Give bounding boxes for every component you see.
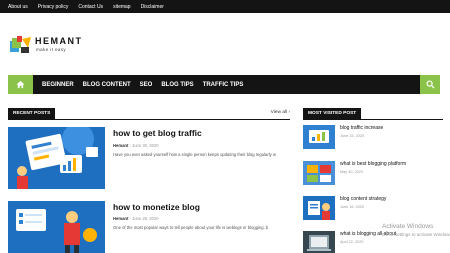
nav-item-blog-content[interactable]: BLOG CONTENT (83, 82, 131, 88)
topbar-link-contact[interactable]: Contact Us (78, 4, 103, 10)
sidebar-post-title[interactable]: blog traffic increase (340, 125, 383, 131)
topbar-link-disclaimer[interactable]: Disclaimer (141, 4, 164, 10)
traffic-illustration-icon (303, 125, 335, 149)
post-excerpt: One of the most popular ways to tell peo… (113, 225, 269, 230)
sidebar-post-date: May 30, 2020 (340, 170, 364, 174)
post-meta: Hemant - June 29, 2020 (113, 216, 159, 221)
sidebar-post-thumbnail[interactable] (303, 125, 335, 149)
sidebar-post-thumbnail[interactable] (303, 161, 335, 185)
post-thumbnail[interactable] (8, 127, 105, 189)
top-bar: About us Privacy policy Contact Us sitem… (0, 0, 450, 13)
view-all-label: View all (270, 110, 288, 115)
nav-item-beginner[interactable]: BEGINNER (42, 82, 74, 88)
topbar-link-sitemap[interactable]: sitemap (113, 4, 131, 10)
post-author[interactable]: Hemant (113, 216, 128, 221)
monetize-illustration-icon (8, 201, 105, 253)
sidebar-post-date: June 16, 2020 (340, 205, 365, 209)
topbar-link-about[interactable]: About us (8, 4, 28, 10)
nav-item-blog-tips[interactable]: BLOG TIPS (161, 82, 193, 88)
nav-item-traffic-tips[interactable]: TRAFFIC TIPS (203, 82, 244, 88)
watermark-subtitle: Go to Settings to activate Windows. (382, 232, 450, 237)
nav-search-button[interactable] (420, 75, 440, 94)
search-icon (425, 80, 435, 89)
sidebar-post[interactable]: blog content strategy June 16, 2020 (303, 196, 443, 222)
watermark-title: Activate Windows (382, 223, 434, 230)
topbar-link-privacy[interactable]: Privacy policy (38, 4, 69, 10)
home-icon (16, 80, 25, 89)
post-excerpt: Have you ever asked yourself how a singl… (113, 152, 276, 157)
sidebar-post-title[interactable]: what is best blogging platform (340, 161, 406, 167)
sidebar-post-title[interactable]: blog content strategy (340, 196, 386, 202)
nav-home-button[interactable] (8, 75, 33, 94)
platform-illustration-icon (303, 161, 335, 185)
most-visited-header: MOST VISITED POST (303, 108, 443, 120)
sidebar-post[interactable]: blog traffic increase June 15, 2020 (303, 125, 443, 151)
post-date: June 29, 2020 (132, 216, 159, 221)
analytics-illustration-icon (8, 127, 105, 189)
site-tagline: make it easy (36, 47, 67, 52)
chevron-right-icon: › (288, 110, 290, 115)
main-nav: BEGINNER BLOG CONTENT SEO BLOG TIPS TRAF… (8, 75, 440, 94)
blogging-illustration-icon (303, 231, 335, 253)
strategy-illustration-icon (303, 196, 335, 220)
recent-posts-header: RECENT POSTS View all › (8, 108, 290, 120)
most-visited-label: MOST VISITED POST (303, 108, 362, 119)
post-thumbnail[interactable] (8, 201, 105, 253)
recent-posts-label: RECENT POSTS (8, 108, 56, 119)
view-all-link[interactable]: View all › (271, 110, 290, 115)
sidebar-post-thumbnail[interactable] (303, 196, 335, 220)
post-meta: Hemant - June 30, 2020 (113, 143, 159, 148)
sidebar-post-date: June 15, 2020 (340, 134, 365, 138)
logo-icon[interactable] (10, 36, 32, 54)
activate-windows-watermark: Activate Windows Go to Settings to activ… (382, 223, 450, 239)
post-title[interactable]: how to get blog traffic (113, 128, 202, 138)
sidebar-post-thumbnail[interactable] (303, 231, 335, 253)
site-title[interactable]: HEMANT (35, 36, 83, 46)
post-title[interactable]: how to monetize blog (113, 202, 200, 212)
site-header: HEMANT make it easy (0, 13, 450, 75)
post-author[interactable]: Hemant (113, 143, 128, 148)
nav-item-seo[interactable]: SEO (140, 82, 153, 88)
sidebar-post-date: April 22, 2020 (340, 240, 364, 244)
sidebar-post[interactable]: what is best blogging platform May 30, 2… (303, 161, 443, 187)
post-date: June 30, 2020 (132, 143, 159, 148)
